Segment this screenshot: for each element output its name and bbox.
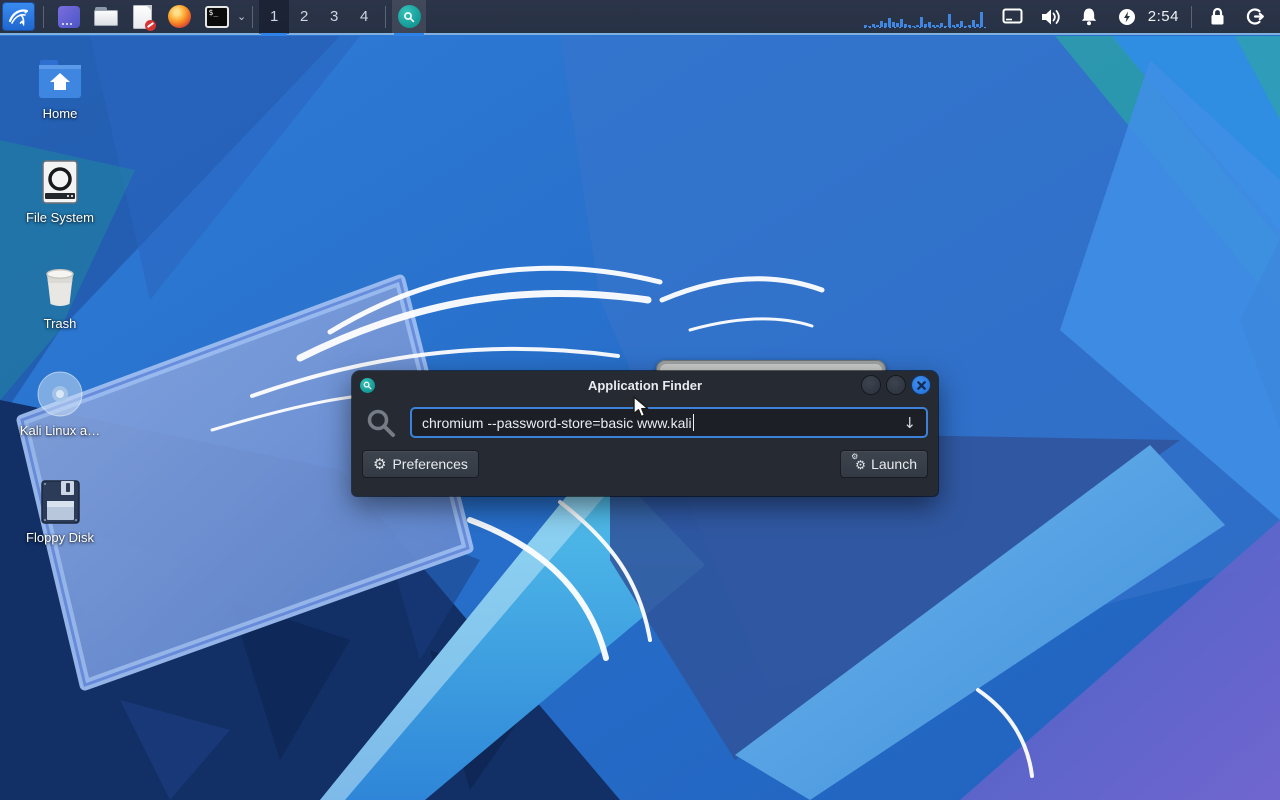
desktop-icon-file-system[interactable]: File System bbox=[10, 158, 110, 225]
panel-separator bbox=[43, 5, 44, 28]
workspace-4-button[interactable]: 4 bbox=[349, 0, 379, 34]
file-manager-button[interactable] bbox=[89, 2, 122, 31]
launch-icon: ⚙ ⚙ bbox=[851, 452, 866, 472]
gear-icon: ⚙ bbox=[373, 454, 387, 473]
power-icon bbox=[1118, 8, 1135, 25]
launch-button-label: Launch bbox=[871, 456, 917, 472]
top-panel: $_ ⌄ 1 2 3 4 2:54 bbox=[0, 0, 1280, 36]
home-icon bbox=[10, 54, 110, 100]
show-desktop-icon bbox=[57, 5, 80, 28]
desktop-icon-label: File System bbox=[26, 210, 94, 225]
clock[interactable]: 2:54 bbox=[1148, 8, 1179, 25]
application-finder-window: Application Finder chromium --password-s… bbox=[352, 371, 938, 496]
text-editor-icon bbox=[133, 4, 156, 31]
power-manager-indicator[interactable] bbox=[1116, 7, 1138, 27]
close-icon bbox=[916, 380, 926, 390]
command-input[interactable]: chromium --password-store=basic www.kali… bbox=[410, 407, 928, 438]
volume-icon bbox=[1041, 9, 1060, 24]
desktop-icon-label: Floppy Disk bbox=[26, 530, 94, 545]
panel-separator bbox=[252, 5, 254, 28]
workspace-1-button[interactable]: 1 bbox=[259, 0, 290, 36]
show-desktop-button[interactable] bbox=[52, 2, 85, 31]
dropdown-arrow-icon[interactable]: ↓ bbox=[903, 414, 916, 432]
application-finder-icon bbox=[360, 377, 375, 393]
desktop-icon-kali-cd[interactable]: Kali Linux a… bbox=[10, 371, 110, 438]
firefox-icon bbox=[168, 5, 191, 28]
application-finder-task-icon bbox=[397, 5, 421, 28]
maximize-button[interactable] bbox=[887, 376, 905, 394]
lock-icon bbox=[1211, 7, 1223, 25]
desktop-icon-label: Trash bbox=[43, 316, 77, 331]
task-application-finder[interactable] bbox=[392, 0, 427, 36]
display-icon bbox=[1002, 8, 1023, 24]
lock-screen-button[interactable] bbox=[1206, 7, 1228, 27]
desktop-icon-trash[interactable]: Trash bbox=[10, 264, 110, 331]
firefox-button[interactable] bbox=[163, 2, 196, 31]
logout-icon bbox=[1246, 8, 1264, 25]
close-button[interactable] bbox=[912, 376, 930, 394]
terminal-button[interactable]: $_ bbox=[200, 2, 233, 31]
terminal-dropdown-button[interactable]: ⌄ bbox=[237, 10, 246, 23]
desktop-icon-label: Kali Linux a… bbox=[19, 423, 101, 438]
launch-button[interactable]: ⚙ ⚙ Launch bbox=[840, 450, 928, 478]
window-title: Application Finder bbox=[587, 377, 703, 393]
cpu-graph[interactable] bbox=[863, 6, 986, 28]
mouse-cursor bbox=[633, 396, 649, 418]
terminal-icon: $_ bbox=[204, 5, 229, 28]
preferences-button-label: Preferences bbox=[392, 456, 468, 472]
minimize-button[interactable] bbox=[862, 376, 880, 394]
workspace-2-button[interactable]: 2 bbox=[289, 0, 319, 34]
workspace-3-button[interactable]: 3 bbox=[319, 0, 349, 34]
file-manager-icon bbox=[93, 6, 118, 27]
optical-disc-icon bbox=[10, 371, 110, 417]
desktop-screen: Home File System Trash Kali Linux a… Flo… bbox=[0, 0, 1280, 800]
logout-button[interactable] bbox=[1244, 7, 1266, 27]
bell-icon bbox=[1081, 8, 1096, 26]
preferences-button[interactable]: ⚙ Preferences bbox=[362, 450, 479, 478]
notifications-indicator[interactable] bbox=[1078, 7, 1100, 27]
desktop-icon-home[interactable]: Home bbox=[10, 54, 110, 121]
kali-logo-icon bbox=[8, 8, 28, 26]
search-icon bbox=[367, 409, 395, 437]
floppy-disk-icon bbox=[10, 478, 110, 524]
display-indicator[interactable] bbox=[1002, 7, 1024, 27]
text-caret bbox=[692, 414, 695, 431]
text-editor-button[interactable] bbox=[126, 2, 159, 31]
panel-separator bbox=[385, 5, 387, 28]
trash-icon bbox=[10, 264, 110, 310]
titlebar[interactable]: Application Finder bbox=[352, 371, 938, 399]
desktop-icon-label: Home bbox=[42, 106, 78, 121]
kali-menu-button[interactable] bbox=[2, 2, 35, 31]
desktop-icon-floppy[interactable]: Floppy Disk bbox=[10, 478, 110, 545]
hard-drive-icon bbox=[10, 158, 110, 204]
volume-indicator[interactable] bbox=[1040, 7, 1062, 27]
panel-separator bbox=[1191, 5, 1192, 28]
